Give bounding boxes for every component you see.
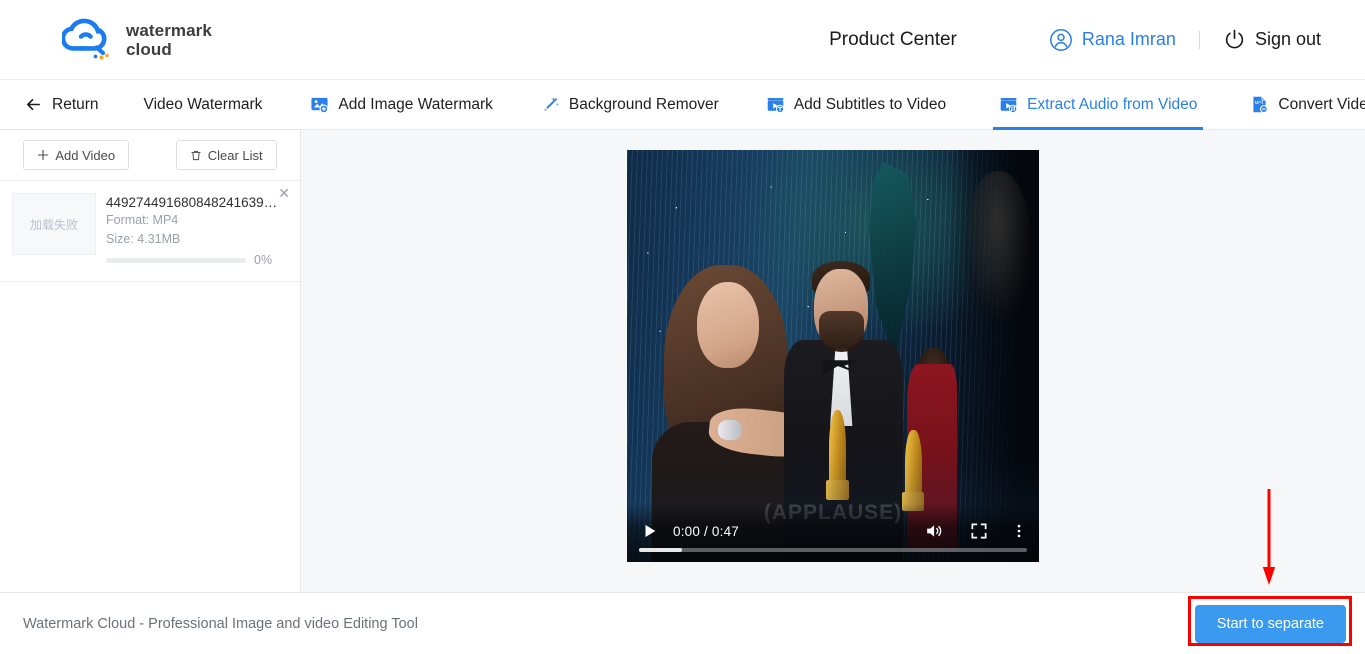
video-subtitle-icon bbox=[766, 95, 785, 114]
video-seek-track[interactable] bbox=[639, 548, 1027, 552]
nav-item-add-image-watermark[interactable]: Add Image Watermark bbox=[310, 80, 493, 130]
file-metadata: 449274491680848241639.... Format: MP4 Si… bbox=[106, 193, 288, 267]
play-icon[interactable] bbox=[639, 520, 661, 542]
file-size: Size: 4.31MB bbox=[106, 230, 288, 249]
video-player[interactable]: (APPLAUSE) 0:00 / 0:47 bbox=[627, 150, 1039, 562]
nav-item-video-watermark[interactable]: Video Watermark bbox=[144, 80, 263, 130]
sign-out-label: Sign out bbox=[1254, 29, 1321, 49]
nav-item-return[interactable]: Return bbox=[24, 80, 99, 130]
start-to-separate-button[interactable]: Start to separate bbox=[1194, 604, 1346, 643]
more-options-icon[interactable] bbox=[1011, 521, 1027, 541]
nav-item-label: Add Subtitles to Video bbox=[793, 95, 947, 113]
user-account[interactable]: Rana Imran bbox=[1049, 28, 1176, 52]
add-video-label: Add Video bbox=[55, 147, 116, 163]
file-size-value: 4.31MB bbox=[137, 232, 181, 246]
header-actions: Product Center Rana Imran Sign out bbox=[829, 28, 1321, 52]
header-divider bbox=[1198, 30, 1200, 49]
file-thumbnail: 加载失败 bbox=[12, 193, 96, 255]
video-audio-icon bbox=[999, 95, 1018, 114]
progress-label: 0% bbox=[254, 253, 273, 267]
file-name: 449274491680848241639.... bbox=[106, 195, 278, 210]
svg-text:MP4: MP4 bbox=[1255, 100, 1265, 105]
file-size-label: Size: bbox=[106, 232, 134, 246]
trash-icon bbox=[190, 149, 202, 162]
scene-woman-bracelet bbox=[717, 419, 743, 441]
video-controls: 0:00 / 0:47 bbox=[627, 504, 1039, 562]
sign-out-button[interactable]: Sign out bbox=[1223, 28, 1321, 51]
power-icon bbox=[1223, 28, 1246, 51]
remove-file-icon[interactable]: ✕ bbox=[278, 186, 290, 200]
nav-item-extract-audio-from-video[interactable]: Extract Audio from Video bbox=[993, 80, 1204, 130]
brand-name: watermark cloud bbox=[126, 21, 212, 59]
mp4-file-icon: MP4 bbox=[1250, 95, 1269, 114]
nav-item-label: Background Remover bbox=[568, 95, 719, 113]
file-list-item[interactable]: 加载失败 449274491680848241639.... Format: M… bbox=[0, 181, 300, 282]
file-format: Format: MP4 bbox=[106, 211, 288, 230]
video-seek-row[interactable] bbox=[627, 548, 1039, 562]
preview-stage: (APPLAUSE) 0:00 / 0:47 bbox=[301, 130, 1365, 592]
nav-item-label: Extract Audio from Video bbox=[1027, 95, 1198, 113]
brand-name-line2: cloud bbox=[126, 39, 172, 59]
nav-item-add-subtitles-to-video[interactable]: Add Subtitles to Video bbox=[766, 80, 946, 130]
brand-logo[interactable]: watermark cloud bbox=[60, 18, 212, 62]
user-circle-icon bbox=[1049, 28, 1073, 52]
progress-track bbox=[106, 257, 246, 263]
footer-tagline: Watermark Cloud - Professional Image and… bbox=[23, 615, 418, 632]
cloud-logo-icon bbox=[60, 18, 114, 62]
nav-item-label: Video Watermark bbox=[143, 95, 263, 113]
image-plus-icon bbox=[310, 95, 329, 114]
user-name-label: Rana Imran bbox=[1081, 29, 1176, 49]
video-time-display: 0:00 / 0:47 bbox=[673, 523, 740, 539]
product-center-link[interactable]: Product Center bbox=[829, 29, 957, 51]
thumbnail-error-text: 加载失败 bbox=[29, 217, 78, 232]
file-format-label: Format: bbox=[106, 213, 150, 227]
file-sidebar: Add Video Clear List 加载失败 44927449168084… bbox=[0, 130, 301, 592]
video-seek-fill bbox=[639, 548, 682, 552]
video-controls-row: 0:00 / 0:47 bbox=[627, 514, 1039, 548]
app-footer: Watermark Cloud - Professional Image and… bbox=[0, 592, 1365, 654]
magic-wand-icon bbox=[541, 95, 560, 114]
clear-list-label: Clear List bbox=[207, 147, 263, 163]
nav-item-background-remover[interactable]: Background Remover bbox=[541, 80, 719, 130]
add-video-button[interactable]: Add Video bbox=[23, 140, 130, 170]
clear-list-button[interactable]: Clear List bbox=[175, 140, 277, 170]
app-header: watermark cloud Product Center Rana Imra… bbox=[0, 0, 1365, 80]
scene-background-figure bbox=[964, 170, 1031, 319]
scene-woman-face bbox=[697, 281, 759, 369]
file-list: 加载失败 449274491680848241639.... Format: M… bbox=[0, 181, 300, 592]
fullscreen-icon[interactable] bbox=[969, 521, 989, 541]
scene-man-beard bbox=[818, 310, 864, 352]
plus-icon bbox=[37, 149, 49, 161]
video-frame: (APPLAUSE) bbox=[627, 150, 1039, 562]
file-format-value: MP4 bbox=[152, 213, 179, 227]
nav-item-label: Convert Video Format bbox=[1278, 95, 1365, 113]
tool-navigation: Return Video Watermark Add Image Waterma… bbox=[0, 80, 1365, 130]
arrow-left-icon bbox=[24, 95, 43, 114]
nav-item-convert-video-format[interactable]: MP4 Convert Video Format bbox=[1250, 80, 1365, 130]
brand-name-line1: watermark bbox=[126, 20, 212, 40]
app-window: watermark cloud Product Center Rana Imra… bbox=[0, 0, 1365, 654]
volume-icon[interactable] bbox=[923, 520, 945, 542]
nav-item-label: Add Image Watermark bbox=[338, 95, 493, 113]
main-body: Add Video Clear List 加载失败 44927449168084… bbox=[0, 130, 1365, 592]
file-progress: 0% bbox=[106, 253, 288, 267]
sidebar-toolbar: Add Video Clear List bbox=[0, 130, 300, 181]
nav-item-label: Return bbox=[52, 95, 99, 113]
